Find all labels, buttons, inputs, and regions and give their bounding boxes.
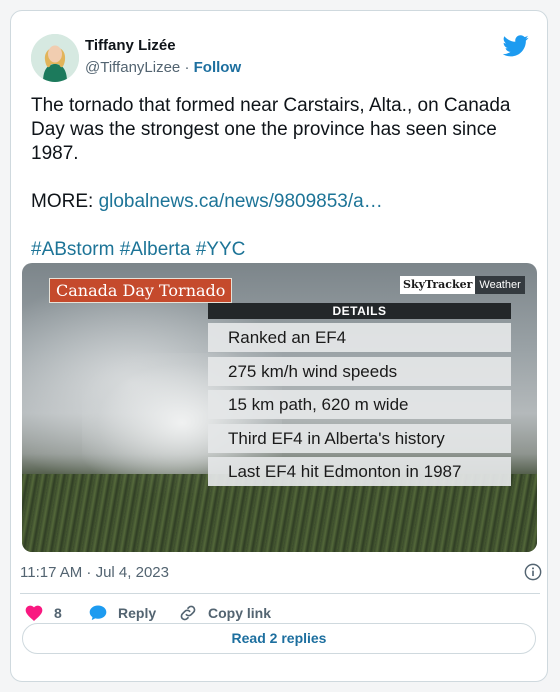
tweet-body: The tornado that formed near Carstairs, … — [31, 95, 511, 164]
separator-dot: · — [184, 59, 190, 76]
follow-button[interactable]: Follow — [194, 59, 242, 76]
more-line: MORE: globalnews.ca/news/9809853/a… — [31, 190, 541, 214]
author-handle[interactable]: @TiffanyLizee — [85, 59, 180, 76]
details-header: DETAILS — [208, 303, 511, 319]
detail-row: Ranked an EF4 — [208, 323, 511, 352]
avatar[interactable] — [31, 34, 79, 82]
skytracker-logo: SkyTracker Weather — [400, 276, 525, 294]
heart-icon — [25, 605, 43, 621]
tweet-media-image[interactable]: Canada Day Tornado SkyTracker Weather DE… — [22, 263, 537, 552]
link-icon — [180, 605, 196, 621]
detail-row: 275 km/h wind speeds — [208, 357, 511, 386]
like-count: 8 — [54, 605, 62, 621]
twitter-bird-icon[interactable] — [503, 35, 529, 57]
reply-button[interactable]: Reply — [88, 603, 156, 623]
media-title: Canada Day Tornado — [49, 278, 233, 303]
info-icon[interactable] — [524, 563, 542, 581]
tweet-text: The tornado that formed near Carstairs, … — [31, 94, 541, 262]
like-button[interactable]: 8 — [24, 603, 62, 623]
copy-link-button[interactable]: Copy link — [178, 603, 271, 623]
article-link[interactable]: globalnews.ca/news/9809853/a… — [99, 191, 383, 212]
author-name[interactable]: Tiffany Lizée — [85, 37, 176, 54]
reply-bubble-icon — [89, 605, 107, 621]
hashtags[interactable]: #ABstorm #Alberta #YYC — [31, 238, 541, 262]
detail-row: Third EF4 in Alberta's history — [208, 424, 511, 453]
detail-row: Last EF4 hit Edmonton in 1987 — [208, 457, 511, 486]
more-label: MORE: — [31, 191, 99, 212]
tweet-timestamp[interactable]: 11:17 AM · Jul 4, 2023 — [20, 564, 169, 581]
author-handle-row: @TiffanyLizee · Follow — [85, 59, 241, 76]
reply-label: Reply — [118, 605, 157, 621]
divider — [20, 593, 540, 594]
copy-link-label: Copy link — [208, 605, 272, 621]
detail-row: 15 km path, 620 m wide — [208, 390, 511, 419]
avatar-image — [31, 34, 79, 82]
read-replies-button[interactable]: Read 2 replies — [22, 623, 536, 654]
